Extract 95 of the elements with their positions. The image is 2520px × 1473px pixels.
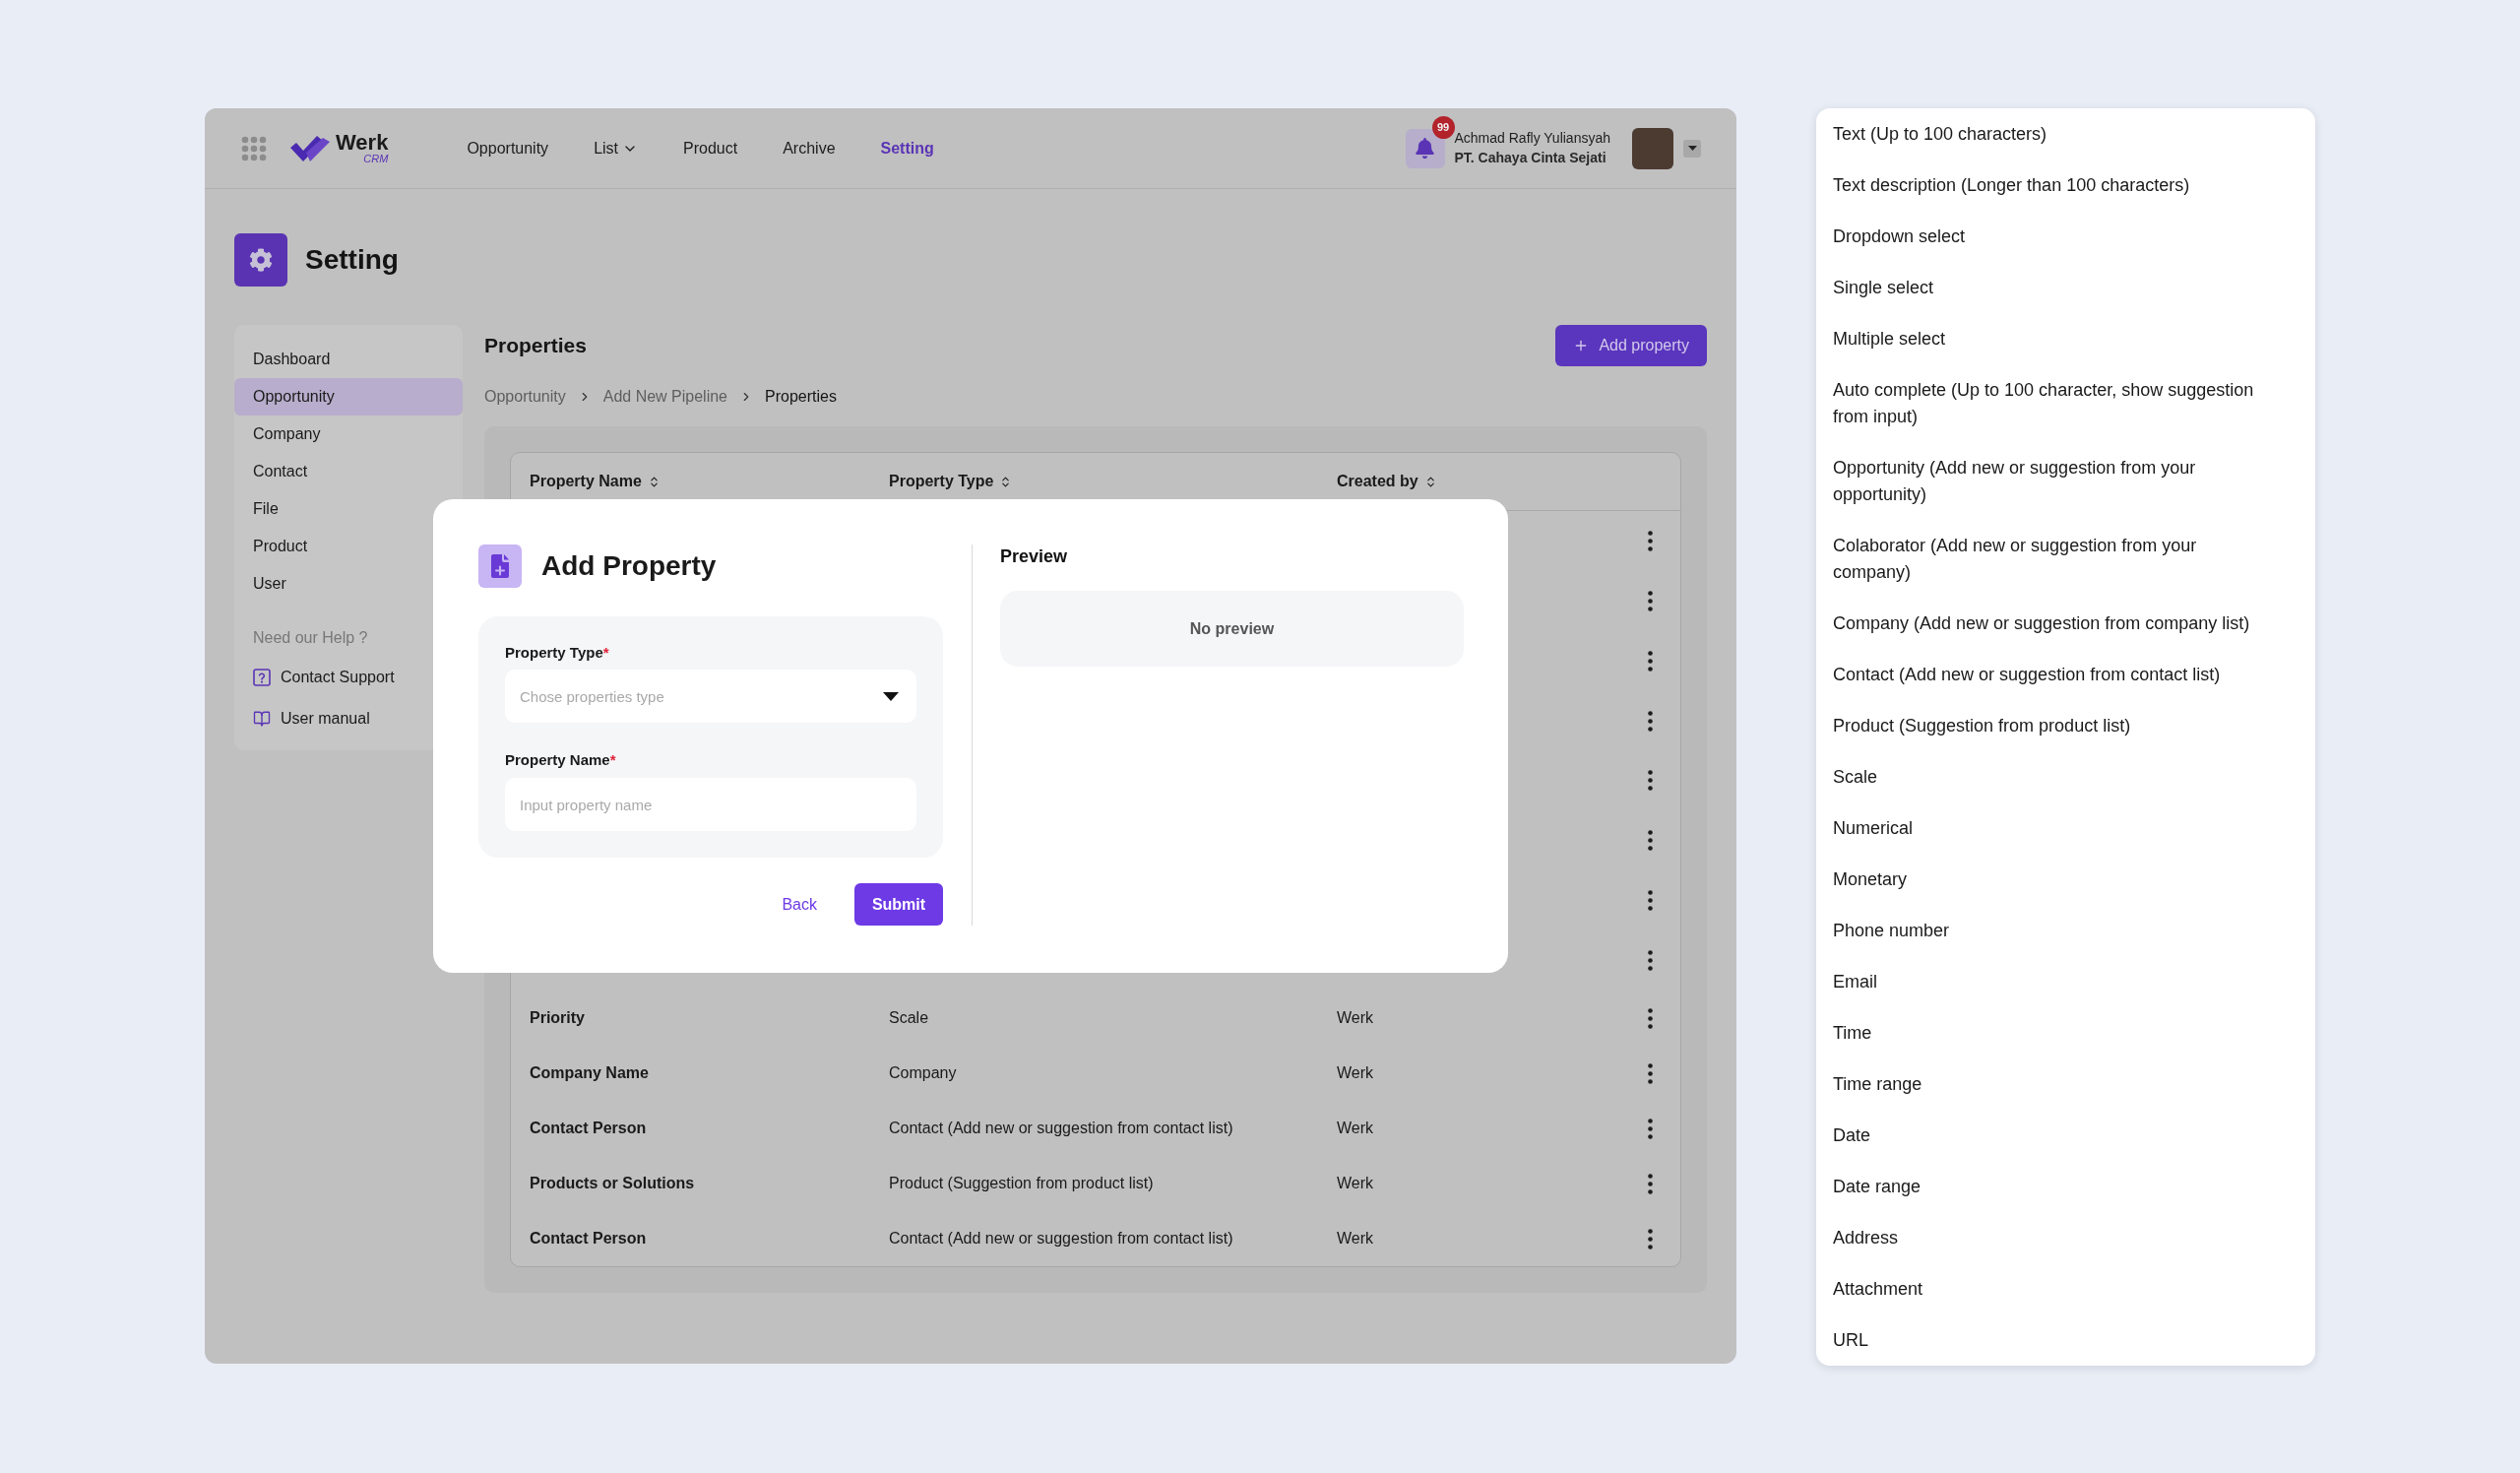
- table-cell: Company: [889, 1064, 957, 1082]
- table-cell: Contact Person: [530, 1230, 647, 1248]
- sidebar-item[interactable]: Opportunity: [234, 378, 463, 416]
- more-options-icon[interactable]: [1647, 1173, 1653, 1194]
- table-cell: Scale: [889, 1009, 929, 1027]
- more-options-icon[interactable]: [1647, 770, 1653, 792]
- more-options-icon[interactable]: [1647, 530, 1653, 551]
- file-plus-icon: [478, 544, 522, 588]
- breadcrumb-item[interactable]: Add New Pipeline: [602, 388, 727, 406]
- menu-option[interactable]: Attachment: [1833, 1263, 2266, 1314]
- logo-tagline: CRM: [363, 154, 389, 164]
- table-cell: Product (Suggestion from product list): [889, 1175, 1154, 1192]
- more-options-icon[interactable]: [1647, 1007, 1653, 1029]
- more-options-icon[interactable]: [1647, 710, 1653, 732]
- more-options-icon[interactable]: [1647, 1228, 1653, 1249]
- help-link[interactable]: Contact Support: [234, 657, 463, 698]
- account-menu-button[interactable]: [1683, 139, 1701, 158]
- table-cell: Products or Solutions: [530, 1175, 695, 1192]
- menu-option[interactable]: Numerical: [1833, 802, 2266, 854]
- menu-option[interactable]: Scale: [1833, 751, 2266, 802]
- table-cell: Werk: [1337, 1175, 1374, 1192]
- more-options-icon[interactable]: [1647, 590, 1653, 611]
- menu-option[interactable]: Colaborator (Add new or suggestion from your company): [1833, 520, 2266, 598]
- column-header[interactable]: Created by: [1337, 473, 1437, 490]
- menu-option[interactable]: URL: [1833, 1314, 2266, 1366]
- more-options-icon[interactable]: [1647, 950, 1653, 972]
- back-button[interactable]: Back: [782, 895, 817, 914]
- nav-link[interactable]: Product: [683, 139, 738, 158]
- nav-link[interactable]: Setting: [880, 139, 934, 158]
- question-icon: [253, 669, 271, 686]
- table-cell: Company Name: [530, 1064, 649, 1082]
- empty-preview-message: No preview: [1189, 619, 1275, 638]
- logo-text: Werk: [336, 132, 389, 154]
- sidebar-item[interactable]: Company: [234, 416, 463, 453]
- nav-link[interactable]: List: [594, 139, 639, 158]
- caret-down-icon: [1687, 146, 1697, 151]
- menu-option[interactable]: Address: [1833, 1212, 2266, 1263]
- more-options-icon[interactable]: [1647, 1118, 1653, 1139]
- menu-option[interactable]: Monetary: [1833, 854, 2266, 905]
- menu-option[interactable]: Contact (Add new or suggestion from contact list): [1833, 649, 2266, 700]
- sidebar-item[interactable]: Dashboard: [234, 341, 463, 378]
- menu-option[interactable]: Date: [1833, 1110, 2266, 1161]
- more-options-icon[interactable]: [1647, 1062, 1653, 1084]
- notification-count: 99: [1431, 115, 1455, 139]
- more-options-icon[interactable]: [1647, 650, 1653, 672]
- bell-icon: [1415, 138, 1435, 159]
- menu-option[interactable]: Company (Add new or suggestion from company list): [1833, 598, 2266, 649]
- column-header[interactable]: Property Name: [530, 473, 661, 490]
- submit-button[interactable]: Submit: [854, 883, 943, 926]
- menu-option[interactable]: Single select: [1833, 262, 2266, 313]
- field-label: Property Type*: [505, 644, 610, 662]
- menu-option[interactable]: Time range: [1833, 1058, 2266, 1110]
- page-title: Setting: [305, 244, 399, 276]
- table-cell: Werk: [1337, 1120, 1374, 1137]
- column-header[interactable]: Property Type: [889, 473, 1013, 490]
- table-cell: Contact (Add new or suggestion from contact list): [889, 1120, 1233, 1137]
- menu-option[interactable]: Text description (Longer than 100 characters): [1833, 160, 2266, 211]
- table-cell: Werk: [1337, 1009, 1374, 1027]
- preview-title: Preview: [1000, 545, 1069, 568]
- table-cell: Contact Person: [530, 1120, 647, 1137]
- menu-option[interactable]: Email: [1833, 956, 2266, 1007]
- logo-icon: [290, 135, 330, 161]
- menu-option[interactable]: Phone number: [1833, 905, 2266, 956]
- menu-option[interactable]: Dropdown select: [1833, 211, 2266, 262]
- table-cell: Werk: [1337, 1230, 1374, 1248]
- menu-option[interactable]: Date range: [1833, 1161, 2266, 1212]
- photo-placeholder: [1632, 127, 1673, 169]
- settings-icon: [234, 233, 287, 287]
- menu-option[interactable]: Auto complete (Up to 100 character, show suggestion from input): [1833, 364, 2266, 442]
- nav-link[interactable]: Archive: [783, 139, 836, 158]
- help-heading: Need our Help ?: [252, 628, 369, 648]
- field-label: Property Name*: [505, 751, 617, 769]
- menu-option[interactable]: Opportunity (Add new or suggestion from your opportunity): [1833, 442, 2266, 520]
- nav-link[interactable]: Opportunity: [467, 139, 549, 158]
- add-property-button[interactable]: Add property: [1555, 325, 1707, 366]
- sidebar-item[interactable]: Contact: [234, 453, 463, 490]
- breadcrumb-item[interactable]: Opportunity: [484, 388, 566, 406]
- book-icon: [253, 710, 271, 728]
- table-cell: Priority: [530, 1009, 585, 1027]
- menu-option[interactable]: Text (Up to 100 characters): [1833, 108, 2266, 160]
- help-link[interactable]: User manual: [234, 698, 463, 739]
- table-cell: Werk: [1337, 1064, 1374, 1082]
- more-options-icon[interactable]: [1647, 830, 1653, 852]
- breadcrumb-item[interactable]: Properties: [765, 388, 837, 406]
- dialog-title: Add Property: [541, 550, 717, 582]
- menu-option[interactable]: Product (Suggestion from product list): [1833, 700, 2266, 751]
- menu-option[interactable]: Time: [1833, 1007, 2266, 1058]
- section-title: Properties: [484, 334, 587, 357]
- more-options-icon[interactable]: [1647, 890, 1653, 912]
- caret-down-icon: [883, 691, 899, 701]
- table-cell: Contact (Add new or suggestion from contact list): [889, 1230, 1233, 1248]
- menu-option[interactable]: Multiple select: [1833, 313, 2266, 364]
- user-company: PT. Cahaya Cinta Sejati: [1454, 150, 1607, 166]
- user-name: Achmad Rafly Yuliansyah: [1454, 130, 1610, 147]
- property-name-input[interactable]: Input property name: [505, 778, 916, 831]
